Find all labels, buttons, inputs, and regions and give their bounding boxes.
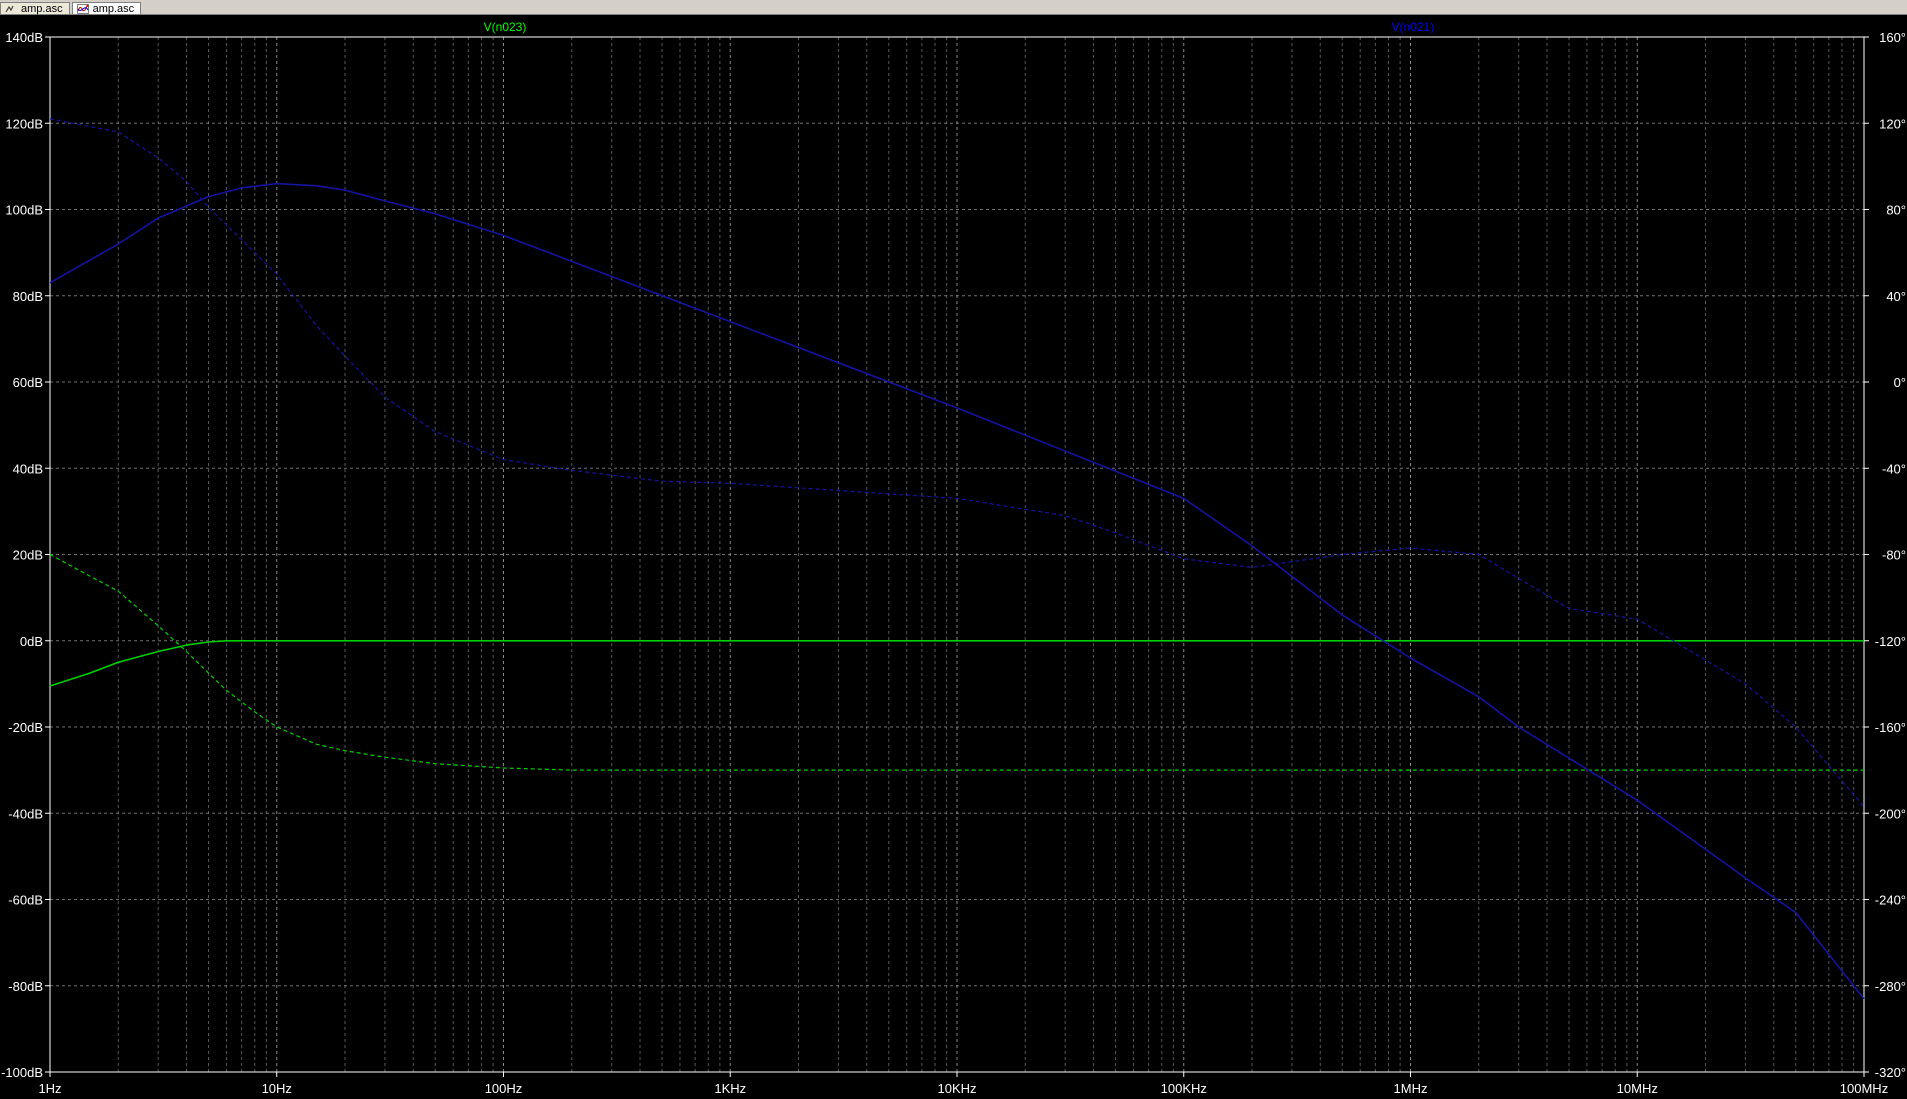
left-tick-label: 0dB (20, 634, 43, 649)
right-tick-label: -280° (1875, 979, 1906, 994)
right-tick-label: 40° (1886, 289, 1906, 304)
x-tick-label: 1KHz (714, 1081, 746, 1096)
right-tick-label: -80° (1882, 548, 1906, 563)
right-tick-label: 120° (1879, 116, 1906, 131)
right-tick-label: -200° (1875, 806, 1906, 821)
x-tick-label: 100KHz (1161, 1081, 1207, 1096)
x-axis-tick-labels: 1Hz 10Hz 100Hz 1KHz 10KHz 100KHz 1MHz 10MHz 100M… (38, 1072, 1888, 1096)
document-tab-bar: amp.asc amp.asc (0, 0, 1907, 15)
ltspice-waveform-viewer: amp.asc amp.asc 1Hz 10Hz 100Hz 1KHz 10KHz 100… (0, 0, 1907, 1099)
left-tick-label: 40dB (13, 461, 43, 476)
left-tick-label: 60dB (13, 375, 43, 390)
x-tick-label: 100MHz (1840, 1081, 1888, 1096)
x-tick-label: 10MHz (1617, 1081, 1658, 1096)
left-axis-tick-labels: 140dB 120dB 100dB 80dB 60dB 40dB 20dB 0dB -20dB -… (1, 30, 50, 1080)
schematic-icon (5, 5, 14, 12)
trace-label-vn023[interactable]: V(n023) (484, 20, 527, 34)
left-tick-label: 120dB (5, 116, 43, 131)
left-tick-label: 80dB (13, 289, 43, 304)
left-tick-label: 100dB (5, 203, 43, 218)
tab-waveform-label: amp.asc (92, 2, 135, 15)
tab-schematic[interactable]: amp.asc (0, 2, 70, 15)
right-tick-label: -40° (1882, 461, 1906, 476)
left-tick-label: -80dB (8, 979, 43, 994)
x-tick-label: 100Hz (485, 1081, 523, 1096)
left-tick-label: -100dB (1, 1065, 43, 1080)
x-tick-label: 10Hz (262, 1081, 292, 1096)
right-axis-tick-labels: 160° 120° 80° 40° 0° -40° -80° -120° -160° -200° -… (1864, 30, 1906, 1080)
x-tick-label: 10KHz (937, 1081, 976, 1096)
bode-plot[interactable]: 1Hz 10Hz 100Hz 1KHz 10KHz 100KHz 1MHz 10MHz 100M… (0, 14, 1907, 1099)
grid (50, 37, 1864, 1072)
right-tick-label: -240° (1875, 893, 1906, 908)
x-tick-label: 1MHz (1394, 1081, 1428, 1096)
x-tick-label: 1Hz (38, 1081, 61, 1096)
left-tick-label: -20dB (8, 720, 43, 735)
left-tick-label: -40dB (8, 806, 43, 821)
left-tick-label: 140dB (5, 30, 43, 45)
right-tick-label: -320° (1875, 1065, 1906, 1080)
tab-waveform[interactable]: amp.asc (71, 2, 142, 15)
left-tick-label: -60dB (8, 893, 43, 908)
trace-label-vn021[interactable]: V(n021) (1392, 20, 1435, 34)
tab-schematic-label: amp.asc (21, 2, 63, 15)
waveform-icon (76, 3, 89, 14)
right-tick-label: 160° (1879, 30, 1906, 45)
right-tick-label: -160° (1875, 720, 1906, 735)
right-tick-label: 0° (1894, 375, 1906, 390)
right-tick-label: 80° (1886, 203, 1906, 218)
right-tick-label: -120° (1875, 634, 1906, 649)
trace-legend: V(n023) V(n021) (484, 20, 1435, 34)
left-tick-label: 20dB (13, 548, 43, 563)
